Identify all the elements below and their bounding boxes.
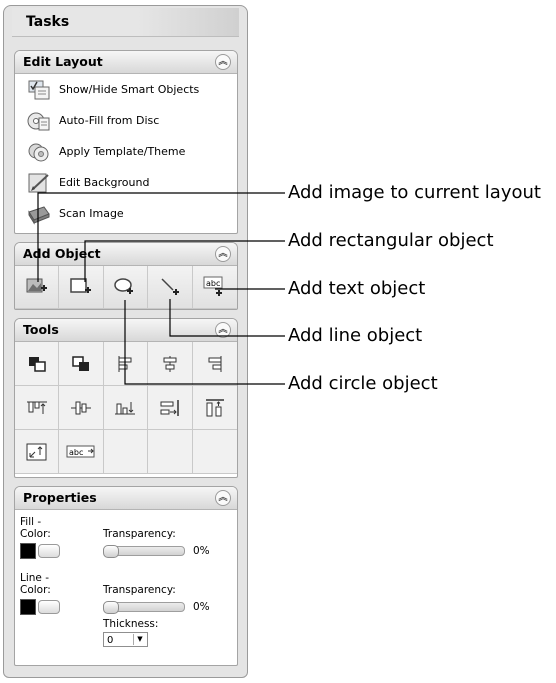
callout-add-circle: Add circle object [288, 373, 438, 394]
callout-add-line: Add line object [288, 325, 423, 346]
callout-add-rectangle: Add rectangular object [288, 230, 494, 251]
callout-add-text: Add text object [288, 278, 426, 299]
callout-leader-lines [37, 192, 285, 385]
callout-add-image: Add image to current layout [288, 182, 541, 203]
